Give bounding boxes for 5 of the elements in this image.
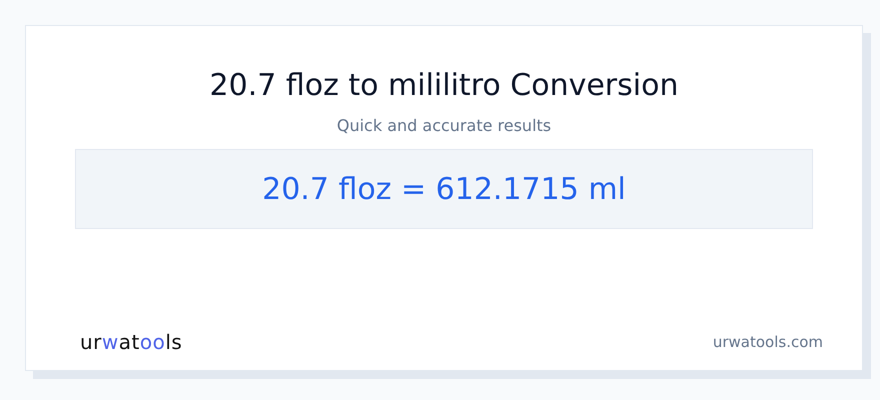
site-url: urwatools.com xyxy=(712,333,823,351)
subtitle: Quick and accurate results xyxy=(336,116,552,135)
page-title: 20.7 floz to mililitro Conversion xyxy=(210,68,678,104)
logo: urwatools xyxy=(80,330,182,354)
result-panel: 20.7 floz = 612.1715 ml xyxy=(75,149,813,229)
